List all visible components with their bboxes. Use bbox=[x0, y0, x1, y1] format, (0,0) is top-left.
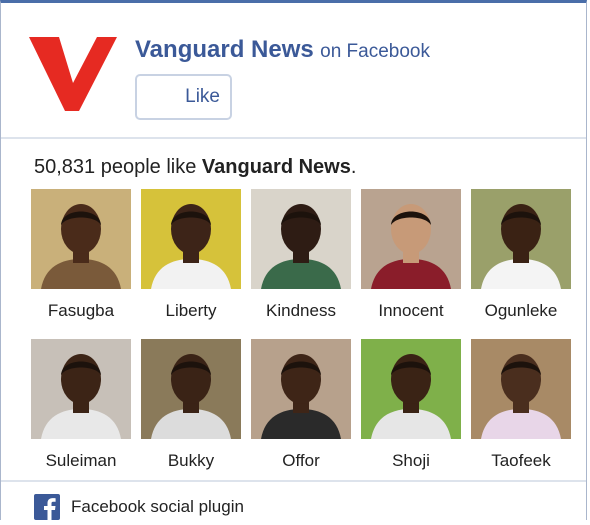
like-count: 50,831 bbox=[34, 156, 96, 178]
fan-avatar[interactable] bbox=[31, 339, 131, 439]
like-button[interactable]: Like bbox=[135, 74, 232, 120]
fan-item[interactable]: Offor bbox=[246, 339, 356, 471]
page-title-line: Vanguard News on Facebook bbox=[135, 36, 430, 64]
facebook-icon[interactable] bbox=[34, 494, 60, 520]
facebook-like-box: Vanguard News on Facebook Like 50,831 pe… bbox=[0, 0, 587, 520]
count-suffix: . bbox=[350, 156, 357, 178]
fan-name[interactable]: Fasugba bbox=[26, 301, 136, 321]
fan-avatar[interactable] bbox=[361, 189, 461, 289]
fan-name[interactable]: Suleiman bbox=[26, 451, 136, 471]
fan-item[interactable]: Shoji bbox=[356, 339, 466, 471]
fan-item[interactable]: Bukky bbox=[136, 339, 246, 471]
fan-item[interactable]: Innocent bbox=[356, 189, 466, 321]
fan-name[interactable]: Ogunleke bbox=[466, 301, 576, 321]
fan-item[interactable]: Taofeek bbox=[466, 339, 576, 471]
fan-name[interactable]: Innocent bbox=[356, 301, 466, 321]
fan-item[interactable]: Fasugba bbox=[26, 189, 136, 321]
fan-name[interactable]: Shoji bbox=[356, 451, 466, 471]
fan-avatar[interactable] bbox=[251, 189, 351, 289]
fan-item[interactable]: Liberty bbox=[136, 189, 246, 321]
page-name-link[interactable]: Vanguard News bbox=[135, 36, 314, 63]
like-box-header: Vanguard News on Facebook Like bbox=[1, 3, 586, 139]
fan-name[interactable]: Taofeek bbox=[466, 451, 576, 471]
fan-avatar[interactable] bbox=[141, 339, 241, 439]
fan-name[interactable]: Offor bbox=[246, 451, 356, 471]
vanguard-logo[interactable] bbox=[29, 31, 117, 115]
like-count-line: 50,831 people like Vanguard News. bbox=[34, 156, 356, 179]
fan-item[interactable]: Kindness bbox=[246, 189, 356, 321]
fan-avatar[interactable] bbox=[471, 339, 571, 439]
fan-name[interactable]: Liberty bbox=[136, 301, 246, 321]
on-facebook-link[interactable]: on Facebook bbox=[320, 41, 430, 62]
footer-label[interactable]: Facebook social plugin bbox=[71, 497, 244, 517]
fan-item[interactable]: Suleiman bbox=[26, 339, 136, 471]
fan-name[interactable]: Bukky bbox=[136, 451, 246, 471]
page-name-bold[interactable]: Vanguard News bbox=[202, 156, 351, 178]
like-count-text: people like bbox=[100, 156, 197, 178]
fan-avatar[interactable] bbox=[361, 339, 461, 439]
plugin-footer: Facebook social plugin bbox=[1, 480, 586, 525]
fan-item[interactable]: Ogunleke bbox=[466, 189, 576, 321]
fan-avatar[interactable] bbox=[471, 189, 571, 289]
fan-avatar[interactable] bbox=[31, 189, 131, 289]
fan-avatar[interactable] bbox=[251, 339, 351, 439]
fan-avatar[interactable] bbox=[141, 189, 241, 289]
fan-name[interactable]: Kindness bbox=[246, 301, 356, 321]
